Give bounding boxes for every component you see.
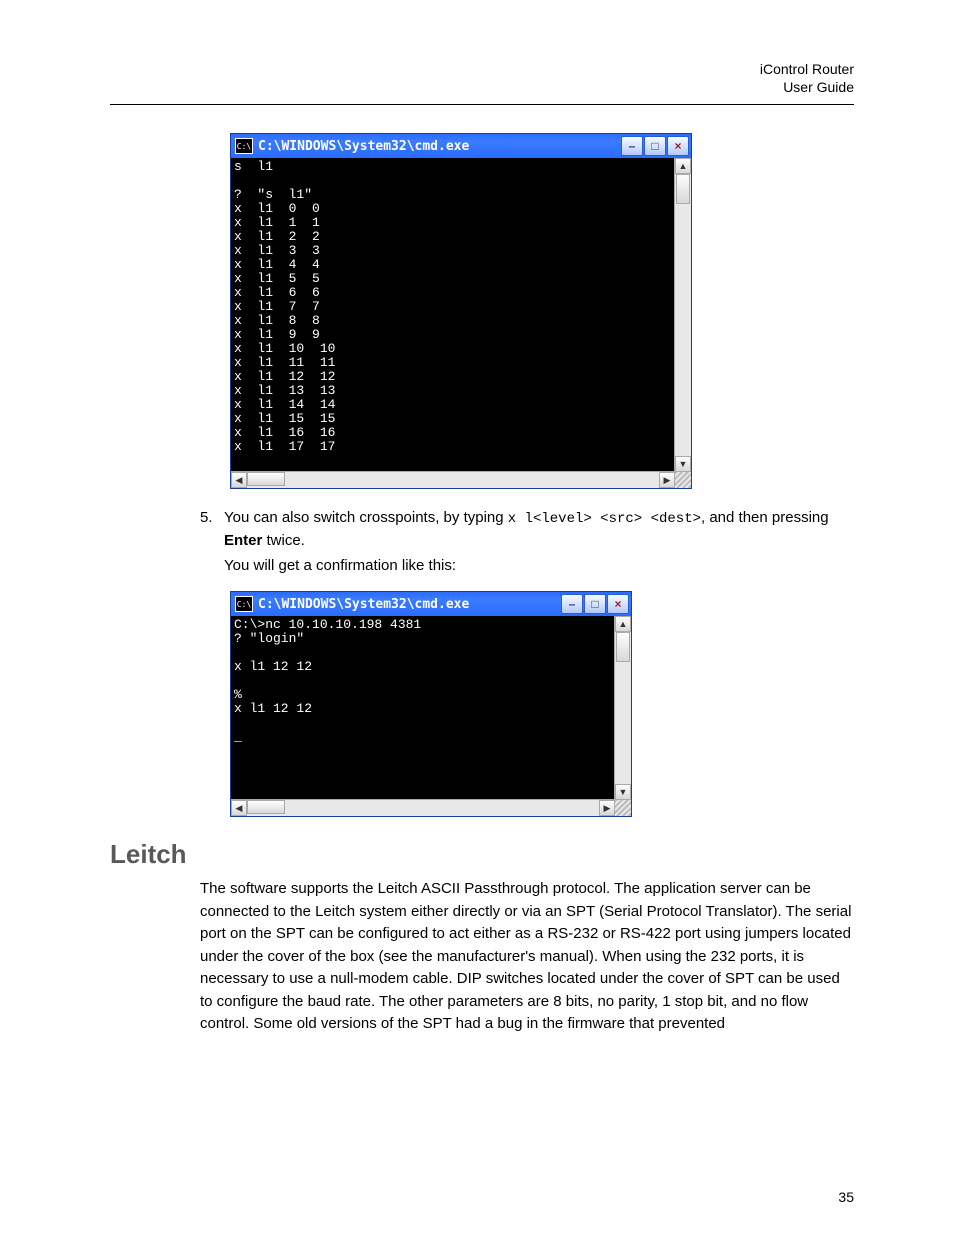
horizontal-scrollbar[interactable]: ◀ ▶ bbox=[231, 471, 675, 488]
horizontal-scrollbar[interactable]: ◀ ▶ bbox=[231, 799, 615, 816]
horizontal-scroll-thumb[interactable] bbox=[247, 800, 285, 814]
window-buttons: – □ × bbox=[621, 136, 689, 156]
resize-grip-icon[interactable] bbox=[674, 471, 691, 488]
resize-grip-icon[interactable] bbox=[614, 799, 631, 816]
vertical-scrollbar[interactable]: ▲ ▼ bbox=[614, 616, 631, 800]
maximize-button[interactable]: □ bbox=[644, 136, 666, 156]
cmd-system-icon[interactable]: C:\ bbox=[235, 596, 253, 612]
header-title: iControl Router bbox=[110, 60, 854, 78]
scroll-down-icon[interactable]: ▼ bbox=[615, 784, 631, 800]
page-number: 35 bbox=[838, 1189, 854, 1205]
close-button[interactable]: × bbox=[667, 136, 689, 156]
vertical-scroll-thumb[interactable] bbox=[616, 632, 630, 662]
figure-cmd-1: C:\ C:\WINDOWS\System32\cmd.exe – □ × s … bbox=[230, 133, 854, 489]
cmd-title: C:\WINDOWS\System32\cmd.exe bbox=[258, 139, 616, 154]
cmd-system-icon[interactable]: C:\ bbox=[235, 138, 253, 154]
maximize-button[interactable]: □ bbox=[584, 594, 606, 614]
vertical-scroll-thumb[interactable] bbox=[676, 174, 690, 204]
scroll-track[interactable] bbox=[615, 662, 631, 784]
header-subtitle: User Guide bbox=[110, 78, 854, 96]
scroll-track[interactable] bbox=[675, 204, 691, 456]
cmd-title: C:\WINDOWS\System32\cmd.exe bbox=[258, 597, 556, 612]
cmd-output-1[interactable]: s l1 ? "s l1" x l1 0 0 x l1 1 1 x l1 2 2… bbox=[231, 158, 677, 474]
page: iControl Router User Guide C:\ C:\WINDOW… bbox=[0, 0, 954, 1235]
minimize-button[interactable]: – bbox=[621, 136, 643, 156]
step-5: 5. You can also switch crosspoints, by t… bbox=[200, 507, 854, 551]
cmd-body: s l1 ? "s l1" x l1 0 0 x l1 1 1 x l1 2 2… bbox=[231, 158, 691, 488]
window-buttons: – □ × bbox=[561, 594, 629, 614]
page-header: iControl Router User Guide bbox=[110, 60, 854, 96]
step-text: You can also switch crosspoints, by typi… bbox=[224, 507, 854, 551]
close-button[interactable]: × bbox=[607, 594, 629, 614]
confirmation-line: You will get a confirmation like this: bbox=[224, 555, 854, 577]
figure-cmd-2: C:\ C:\WINDOWS\System32\cmd.exe – □ × C:… bbox=[230, 591, 854, 817]
step5-code: x l<level> <src> <dest> bbox=[508, 511, 701, 527]
scroll-track[interactable] bbox=[285, 472, 659, 488]
header-rule bbox=[110, 104, 854, 105]
section-heading-leitch: Leitch bbox=[110, 839, 854, 870]
vertical-scrollbar[interactable]: ▲ ▼ bbox=[674, 158, 691, 472]
cmd-window-1: C:\ C:\WINDOWS\System32\cmd.exe – □ × s … bbox=[230, 133, 692, 489]
enter-key-label: Enter bbox=[224, 532, 262, 549]
horizontal-scroll-thumb[interactable] bbox=[247, 472, 285, 486]
step5-post: twice. bbox=[262, 532, 305, 549]
cmd-body: C:\>nc 10.10.10.198 4381 ? "login" x l1 … bbox=[231, 616, 631, 816]
scroll-track[interactable] bbox=[247, 800, 599, 816]
section-body-leitch: The software supports the Leitch ASCII P… bbox=[200, 878, 854, 1036]
scroll-right-icon[interactable]: ▶ bbox=[659, 472, 675, 488]
scroll-up-icon[interactable]: ▲ bbox=[615, 616, 631, 632]
cmd-titlebar[interactable]: C:\ C:\WINDOWS\System32\cmd.exe – □ × bbox=[231, 134, 691, 158]
scroll-down-icon[interactable]: ▼ bbox=[675, 456, 691, 472]
step5-mid: , and then pressing bbox=[701, 509, 829, 526]
scroll-up-icon[interactable]: ▲ bbox=[675, 158, 691, 174]
cmd-titlebar[interactable]: C:\ C:\WINDOWS\System32\cmd.exe – □ × bbox=[231, 592, 631, 616]
cmd-output-2[interactable]: C:\>nc 10.10.10.198 4381 ? "login" x l1 … bbox=[231, 616, 618, 802]
minimize-button[interactable]: – bbox=[561, 594, 583, 614]
step-number: 5. bbox=[200, 507, 224, 551]
cmd-window-2: C:\ C:\WINDOWS\System32\cmd.exe – □ × C:… bbox=[230, 591, 632, 817]
step5-pre: You can also switch crosspoints, by typi… bbox=[224, 509, 508, 526]
scroll-right-icon[interactable]: ▶ bbox=[599, 800, 615, 816]
scroll-left-icon[interactable]: ◀ bbox=[231, 800, 247, 816]
scroll-left-icon[interactable]: ◀ bbox=[231, 472, 247, 488]
